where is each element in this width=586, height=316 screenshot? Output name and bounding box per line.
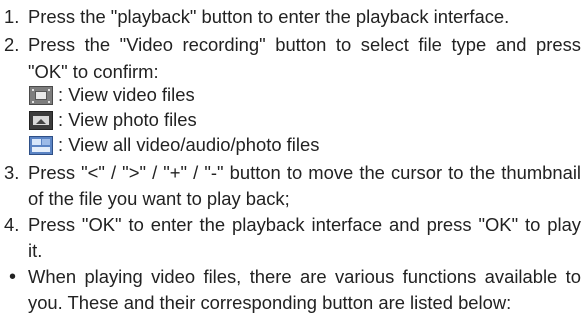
video-file-icon xyxy=(29,86,53,105)
bullet-symbol: • xyxy=(9,266,17,288)
all-files-icon xyxy=(29,136,53,155)
step-number: 3. xyxy=(4,162,20,183)
step-3-continuation: of the file you want to play back; xyxy=(28,188,290,209)
bullet-item: • When playing video files, there are va… xyxy=(0,264,586,290)
step-text: Press the "playback" button to enter the… xyxy=(28,6,510,27)
step-3: 3. Press "<" / ">" / "+" / "-" button to… xyxy=(0,160,586,186)
bullet-text: When playing video files, there are vari… xyxy=(28,266,581,287)
file-type-label: : View video files xyxy=(58,84,195,105)
step-number: 1. xyxy=(4,6,20,27)
step-text: Press "<" / ">" / "+" / "-" button to mo… xyxy=(28,162,581,183)
step-4: 4. Press "OK" to enter the playback inte… xyxy=(0,212,586,238)
bullet-continuation: you. These and their corresponding butto… xyxy=(28,292,512,313)
step-2: 2. Press the "Video recording" button to… xyxy=(0,32,586,58)
photo-file-icon xyxy=(29,111,53,130)
step-number: 4. xyxy=(4,214,20,235)
file-type-label: : View photo files xyxy=(58,109,197,130)
file-type-label: : View all video/audio/photo files xyxy=(58,134,320,155)
step-text: Press "OK" to enter the playback interfa… xyxy=(28,214,581,235)
step-text: Press the "Video recording" button to se… xyxy=(28,34,581,55)
step-4-continuation: it. xyxy=(28,240,43,261)
step-number: 2. xyxy=(4,34,20,55)
